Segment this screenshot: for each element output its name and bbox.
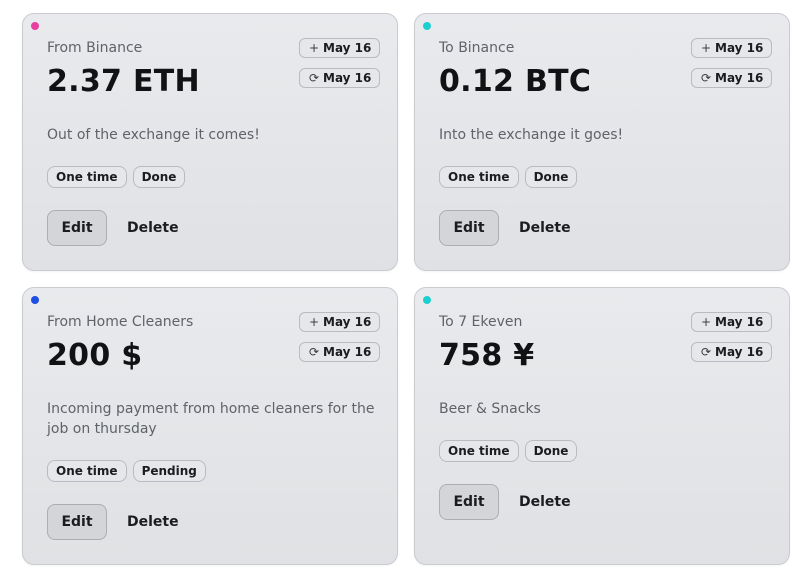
edit-button[interactable]: Edit: [47, 210, 107, 246]
delete-button[interactable]: Delete: [127, 504, 179, 540]
refresh-icon: ⟳: [700, 71, 712, 85]
delete-button[interactable]: Delete: [519, 210, 571, 246]
tag-list: One time Pending: [47, 460, 212, 482]
amount-value: 758 ¥: [439, 338, 535, 373]
amount-value: 200 $: [47, 338, 143, 373]
tag-list: One time Done: [439, 440, 583, 462]
plus-icon: +: [700, 315, 712, 329]
edit-button[interactable]: Edit: [439, 484, 499, 520]
counterparty-label: To 7 Ekeven: [439, 314, 523, 330]
category-dot: [423, 296, 431, 304]
category-dot: [423, 22, 431, 30]
description: Into the exchange it goes!: [439, 127, 624, 143]
next-date: May 16: [715, 345, 764, 359]
description: Beer & Snacks: [439, 401, 541, 417]
transactions-grid: From Binance 2.37 ETH + May 16 ⟳ May 16 Ou…: [0, 0, 803, 581]
tag-list: One time Done: [47, 166, 191, 188]
transaction-card: From Binance 2.37 ETH + May 16 ⟳ May 16 Ou…: [22, 13, 398, 271]
created-date: May 16: [323, 41, 372, 55]
plus-icon: +: [700, 41, 712, 55]
created-date-badge: + May 16: [299, 38, 381, 58]
card-actions: Edit Delete: [47, 504, 179, 540]
next-date-badge: ⟳ May 16: [299, 68, 381, 88]
created-date: May 16: [715, 41, 764, 55]
category-dot: [31, 296, 39, 304]
status-badge: Done: [132, 166, 186, 188]
category-dot: [31, 22, 39, 30]
card-actions: Edit Delete: [439, 210, 571, 246]
counterparty-label: To Binance: [439, 40, 515, 56]
tag-list: One time Done: [439, 166, 583, 188]
plus-icon: +: [308, 315, 320, 329]
status-badge: Done: [524, 440, 578, 462]
transaction-card: To Binance 0.12 BTC + May 16 ⟳ May 16 Into…: [414, 13, 790, 271]
created-date-badge: + May 16: [691, 38, 773, 58]
transaction-card: To 7 Ekeven 758 ¥ + May 16 ⟳ May 16 Beer &…: [414, 287, 790, 565]
counterparty-label: From Binance: [47, 40, 143, 56]
frequency-tag: One time: [439, 166, 519, 188]
delete-button[interactable]: Delete: [127, 210, 179, 246]
amount-value: 2.37 ETH: [47, 64, 200, 99]
created-date-badge: + May 16: [691, 312, 773, 332]
edit-button[interactable]: Edit: [47, 504, 107, 540]
created-date: May 16: [323, 315, 372, 329]
delete-button[interactable]: Delete: [519, 484, 571, 520]
next-date-badge: ⟳ May 16: [691, 342, 773, 362]
transaction-card: From Home Cleaners 200 $ + May 16 ⟳ May 16…: [22, 287, 398, 565]
next-date: May 16: [715, 71, 764, 85]
frequency-tag: One time: [47, 166, 127, 188]
description: Out of the exchange it comes!: [47, 127, 260, 143]
plus-icon: +: [308, 41, 320, 55]
created-date: May 16: [715, 315, 764, 329]
description: Incoming payment from home cleaners for …: [47, 401, 375, 437]
frequency-tag: One time: [47, 460, 127, 482]
created-date-badge: + May 16: [299, 312, 381, 332]
status-badge: Pending: [132, 460, 206, 482]
status-badge: Done: [524, 166, 578, 188]
next-date-badge: ⟳ May 16: [691, 68, 773, 88]
edit-button[interactable]: Edit: [439, 210, 499, 246]
next-date: May 16: [323, 345, 372, 359]
counterparty-label: From Home Cleaners: [47, 314, 194, 330]
refresh-icon: ⟳: [308, 71, 320, 85]
next-date: May 16: [323, 71, 372, 85]
frequency-tag: One time: [439, 440, 519, 462]
card-actions: Edit Delete: [47, 210, 179, 246]
amount-value: 0.12 BTC: [439, 64, 592, 99]
refresh-icon: ⟳: [700, 345, 712, 359]
card-actions: Edit Delete: [439, 484, 571, 520]
refresh-icon: ⟳: [308, 345, 320, 359]
next-date-badge: ⟳ May 16: [299, 342, 381, 362]
